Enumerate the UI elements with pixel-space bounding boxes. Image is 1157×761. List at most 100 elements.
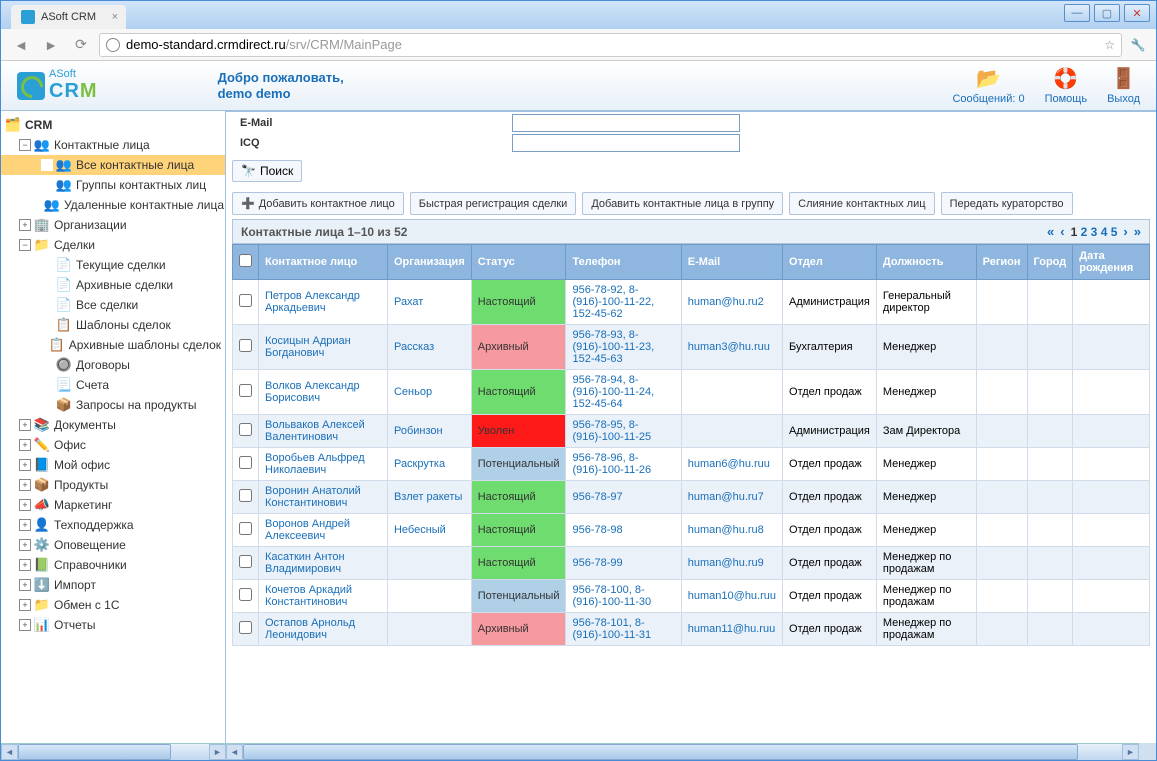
scroll-right-icon[interactable]: ►	[1122, 744, 1139, 760]
tab-close-icon[interactable]: ×	[112, 11, 118, 23]
row-checkbox[interactable]	[239, 384, 252, 397]
pager-prev[interactable]: ‹	[1060, 224, 1064, 239]
column-header[interactable]: Город	[1027, 245, 1073, 280]
sidebar-item[interactable]: −📁Сделки	[1, 235, 225, 255]
sidebar-subitem[interactable]: 📄Все сделки	[1, 295, 225, 315]
row-checkbox[interactable]	[239, 588, 252, 601]
sidebar-item[interactable]: +✏️Офис	[1, 435, 225, 455]
sidebar-subitem[interactable]: 📄Текущие сделки	[1, 255, 225, 275]
pager-page[interactable]: 5	[1111, 225, 1118, 239]
sidebar-item[interactable]: +📗Справочники	[1, 555, 225, 575]
cell-phone[interactable]: 956-78-95, 8-(916)-100-11-25	[566, 415, 681, 448]
row-checkbox[interactable]	[239, 294, 252, 307]
sidebar-subitem[interactable]: 🔘Договоры	[1, 355, 225, 375]
cell-org[interactable]	[387, 580, 471, 613]
tree-toggle-icon[interactable]: +	[19, 579, 31, 591]
sidebar-subitem[interactable]: 📦Запросы на продукты	[1, 395, 225, 415]
back-button[interactable]: ◄	[9, 33, 33, 57]
column-header[interactable]: Телефон	[566, 245, 681, 280]
tree-toggle-icon[interactable]: +	[19, 499, 31, 511]
tree-toggle-icon[interactable]: +	[19, 219, 31, 231]
cell-phone[interactable]: 956-78-92, 8-(916)-100-11-22, 152-45-62	[566, 280, 681, 325]
cell-org[interactable]	[387, 547, 471, 580]
pager-first[interactable]: «	[1047, 224, 1054, 239]
tree-toggle-icon[interactable]: +	[19, 459, 31, 471]
scroll-left-icon[interactable]: ◄	[226, 744, 243, 760]
pager-page[interactable]: 3	[1091, 225, 1098, 239]
bookmark-icon[interactable]: ☆	[1104, 38, 1115, 52]
sidebar-hscroll[interactable]: ◄ ►	[1, 743, 226, 760]
cell-org[interactable]: Сеньор	[387, 370, 471, 415]
tree-toggle-icon[interactable]: +	[19, 519, 31, 531]
sidebar-item[interactable]: +⬇️Импорт	[1, 575, 225, 595]
sidebar-item[interactable]: +📦Продукты	[1, 475, 225, 495]
cell-name[interactable]: Воробьев Альфред Николаевич	[259, 448, 388, 481]
quick-deal-button[interactable]: Быстрая регистрация сделки	[410, 192, 577, 215]
cell-name[interactable]: Волков Александр Борисович	[259, 370, 388, 415]
sidebar-subitem[interactable]: 👥Все контактные лица	[1, 155, 225, 175]
sidebar-subitem[interactable]: 👥Группы контактных лиц	[1, 175, 225, 195]
cell-email[interactable]: human@hu.ru2	[681, 280, 782, 325]
cell-email[interactable]	[681, 370, 782, 415]
sidebar-subitem[interactable]: 👥Удаленные контактные лица	[1, 195, 225, 215]
cell-org[interactable]: Робинзон	[387, 415, 471, 448]
cell-name[interactable]: Воронин Анатолий Константинович	[259, 481, 388, 514]
cell-phone[interactable]: 956-78-100, 8-(916)-100-11-30	[566, 580, 681, 613]
tree-toggle-icon[interactable]: +	[19, 619, 31, 631]
cell-name[interactable]: Воронов Андрей Алексеевич	[259, 514, 388, 547]
sidebar-item[interactable]: +👤Техподдержка	[1, 515, 225, 535]
cell-org[interactable]: Раскрутка	[387, 448, 471, 481]
address-bar[interactable]: demo-standard.crmdirect.ru/srv/CRM/MainP…	[99, 33, 1122, 57]
cell-phone[interactable]: 956-78-96, 8-(916)-100-11-26	[566, 448, 681, 481]
row-checkbox[interactable]	[239, 522, 252, 535]
pager-page[interactable]: 4	[1101, 225, 1108, 239]
cell-name[interactable]: Вольваков Алексей Валентинович	[259, 415, 388, 448]
select-all-checkbox[interactable]	[239, 254, 252, 267]
browser-tab[interactable]: ASoft CRM ×	[11, 5, 126, 29]
pager-next[interactable]: ›	[1123, 224, 1127, 239]
column-header[interactable]: Отдел	[783, 245, 877, 280]
sidebar-subitem[interactable]: 📃Счета	[1, 375, 225, 395]
tree-toggle-icon[interactable]: +	[19, 559, 31, 571]
column-header[interactable]: E-Mail	[681, 245, 782, 280]
column-header[interactable]: Дата рождения	[1073, 245, 1150, 280]
cell-email[interactable]: human6@hu.ruu	[681, 448, 782, 481]
reload-button[interactable]: ⟳	[69, 33, 93, 57]
main-hscroll[interactable]: ◄ ►	[226, 743, 1139, 760]
cell-phone[interactable]: 956-78-97	[566, 481, 681, 514]
tree-toggle-icon[interactable]: −	[19, 139, 31, 151]
cell-name[interactable]: Касаткин Антон Владимирович	[259, 547, 388, 580]
cell-org[interactable]: Рассказ	[387, 325, 471, 370]
cell-email[interactable]: human10@hu.ruu	[681, 580, 782, 613]
sidebar-subitem[interactable]: 📋Архивные шаблоны сделок	[1, 335, 225, 355]
filter-email-input[interactable]	[512, 114, 740, 132]
sidebar-item[interactable]: +🏢Организации	[1, 215, 225, 235]
cell-phone[interactable]: 956-78-93, 8-(916)-100-11-23, 152-45-63	[566, 325, 681, 370]
add-contact-button[interactable]: ➕Добавить контактное лицо	[232, 192, 404, 215]
cell-name[interactable]: Кочетов Аркадий Константинович	[259, 580, 388, 613]
cell-phone[interactable]: 956-78-98	[566, 514, 681, 547]
add-to-group-button[interactable]: Добавить контактные лица в группу	[582, 192, 783, 215]
pager-last[interactable]: »	[1134, 224, 1141, 239]
sidebar-item[interactable]: +📊Отчеты	[1, 615, 225, 635]
tree-toggle-icon[interactable]: +	[19, 599, 31, 611]
tree-toggle-icon[interactable]: +	[19, 539, 31, 551]
search-button[interactable]: 🔭 Поиск	[232, 160, 302, 182]
cell-phone[interactable]: 956-78-99	[566, 547, 681, 580]
tree-root-crm[interactable]: 🗂️ CRM	[1, 115, 225, 135]
messages-link[interactable]: 📂 Сообщений: 0	[952, 67, 1024, 105]
column-header[interactable]: Контактное лицо	[259, 245, 388, 280]
sidebar-item[interactable]: +📁Обмен с 1С	[1, 595, 225, 615]
cell-name[interactable]: Петров Александр Аркадьевич	[259, 280, 388, 325]
sidebar-subitem[interactable]: 📋Шаблоны сделок	[1, 315, 225, 335]
column-header[interactable]: Организация	[387, 245, 471, 280]
row-checkbox[interactable]	[239, 456, 252, 469]
merge-contacts-button[interactable]: Слияние контактных лиц	[789, 192, 934, 215]
pager-page[interactable]: 2	[1081, 225, 1088, 239]
row-checkbox[interactable]	[239, 621, 252, 634]
close-button[interactable]: ✕	[1124, 4, 1150, 22]
help-link[interactable]: 🛟 Помощь	[1045, 67, 1088, 105]
tree-toggle-icon[interactable]: +	[19, 419, 31, 431]
cell-email[interactable]: human@hu.ru9	[681, 547, 782, 580]
maximize-button[interactable]: ▢	[1094, 4, 1120, 22]
